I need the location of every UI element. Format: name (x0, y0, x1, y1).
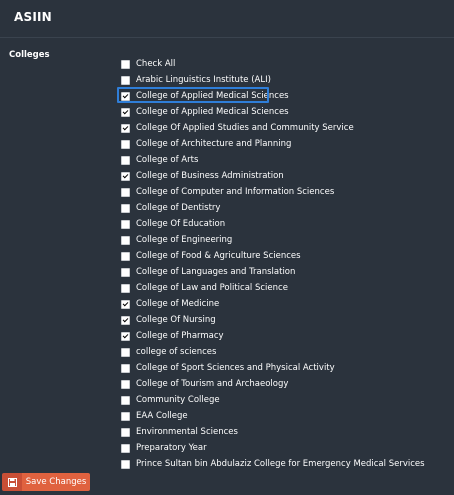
checkbox[interactable] (121, 411, 130, 421)
college-option-label: College of Tourism and Archaeology (136, 379, 289, 389)
college-option-label: Check All (136, 59, 176, 69)
college-option-label: College of Languages and Translation (136, 267, 296, 277)
college-option-label: College of Law and Political Science (136, 283, 288, 293)
checkbox[interactable] (121, 459, 130, 469)
college-option[interactable]: Preparatory Year (121, 440, 451, 456)
college-option-label: Environmental Sciences (136, 427, 238, 437)
college-option[interactable]: College of Architecture and Planning (121, 136, 451, 152)
checkbox[interactable] (121, 347, 130, 357)
college-option[interactable]: Arabic Linguistics Institute (ALI) (121, 72, 451, 88)
checkbox[interactable] (121, 363, 130, 373)
checkbox[interactable] (121, 59, 130, 69)
checkbox[interactable] (121, 331, 130, 341)
checkbox[interactable] (121, 315, 130, 325)
college-option-label: College of Arts (136, 155, 199, 165)
checkbox[interactable] (121, 187, 130, 197)
save-changes-button[interactable]: Save Changes (2, 473, 90, 491)
save-changes-label: Save Changes (22, 473, 90, 491)
college-option-label: College of Dentistry (136, 203, 221, 213)
checkbox[interactable] (121, 379, 130, 389)
college-option-label: College of Computer and Information Scie… (136, 187, 335, 197)
college-option-label: College of Applied Medical Sciences (136, 91, 289, 101)
college-option[interactable]: College of Medicine (121, 296, 451, 312)
college-option-label: Arabic Linguistics Institute (ALI) (136, 75, 271, 85)
college-option[interactable]: College of Applied Medical Sciences (117, 87, 451, 104)
college-option[interactable]: College of Sport Sciences and Physical A… (121, 360, 451, 376)
checkbox[interactable] (121, 171, 130, 181)
checkbox[interactable] (121, 139, 130, 149)
checkbox[interactable] (121, 107, 130, 117)
check-all-option[interactable]: Check All (121, 56, 451, 72)
college-option-label: College of Food & Agriculture Sciences (136, 251, 301, 261)
college-option[interactable]: College of Law and Political Science (121, 280, 451, 296)
checkbox[interactable] (121, 283, 130, 293)
college-option-label: College of Applied Medical Sciences (136, 107, 289, 117)
college-option-label: College of Architecture and Planning (136, 139, 292, 149)
college-option-label: College Of Nursing (136, 315, 216, 325)
college-option-label: Prince Sultan bin Abdulaziz College for … (136, 459, 425, 469)
college-option-label: Community College (136, 395, 220, 405)
college-option[interactable]: Community College (121, 392, 451, 408)
checkbox[interactable] (121, 267, 130, 277)
college-option[interactable]: College Of Education (121, 216, 451, 232)
college-option-label: College Of Applied Studies and Community… (136, 123, 354, 133)
checkbox[interactable] (121, 203, 130, 213)
checkbox[interactable] (121, 235, 130, 245)
checkbox[interactable] (121, 427, 130, 437)
college-option[interactable]: College of Languages and Translation (121, 264, 451, 280)
checkbox[interactable] (121, 395, 130, 405)
college-option[interactable]: college of sciences (121, 344, 451, 360)
floppy-disk-icon (2, 473, 22, 491)
college-option[interactable]: College of Engineering (121, 232, 451, 248)
college-option[interactable]: College Of Applied Studies and Community… (121, 120, 451, 136)
checkbox[interactable] (121, 91, 130, 101)
college-option-label: college of sciences (136, 347, 217, 357)
college-option-label: College of Sport Sciences and Physical A… (136, 363, 335, 373)
college-option[interactable]: College of Dentistry (121, 200, 451, 216)
college-option-label: EAA College (136, 411, 188, 421)
college-option[interactable]: Environmental Sciences (121, 424, 451, 440)
checkbox[interactable] (121, 123, 130, 133)
college-option-label: College of Engineering (136, 235, 233, 245)
college-option-label: College Of Education (136, 219, 226, 229)
checkbox[interactable] (121, 299, 130, 309)
colleges-section-label: Colleges (9, 50, 50, 60)
college-option[interactable]: College of Food & Agriculture Sciences (121, 248, 451, 264)
college-option[interactable]: College of Applied Medical Sciences (121, 104, 451, 120)
college-option[interactable]: Prince Sultan bin Abdulaziz College for … (121, 456, 451, 472)
checkbox[interactable] (121, 219, 130, 229)
checkbox[interactable] (121, 443, 130, 453)
checkbox[interactable] (121, 155, 130, 165)
college-option-label: College of Business Administration (136, 171, 284, 181)
college-option-label: College of Medicine (136, 299, 220, 309)
college-option[interactable]: College of Pharmacy (121, 328, 451, 344)
college-checkbox-list: Check All Arabic Linguistics Institute (A… (117, 56, 451, 472)
college-option[interactable]: College of Arts (121, 152, 451, 168)
college-option-label: College of Pharmacy (136, 331, 224, 341)
college-option[interactable]: EAA College (121, 408, 451, 424)
checkbox[interactable] (121, 75, 130, 85)
college-option[interactable]: College of Computer and Information Scie… (121, 184, 451, 200)
app-title: ASIIN (14, 10, 52, 24)
page-header: ASIIN (0, 0, 454, 38)
college-option[interactable]: College of Tourism and Archaeology (121, 376, 451, 392)
college-option-label: Preparatory Year (136, 443, 207, 453)
checkbox[interactable] (121, 251, 130, 261)
college-option[interactable]: College of Business Administration (121, 168, 451, 184)
college-option[interactable]: College Of Nursing (121, 312, 451, 328)
